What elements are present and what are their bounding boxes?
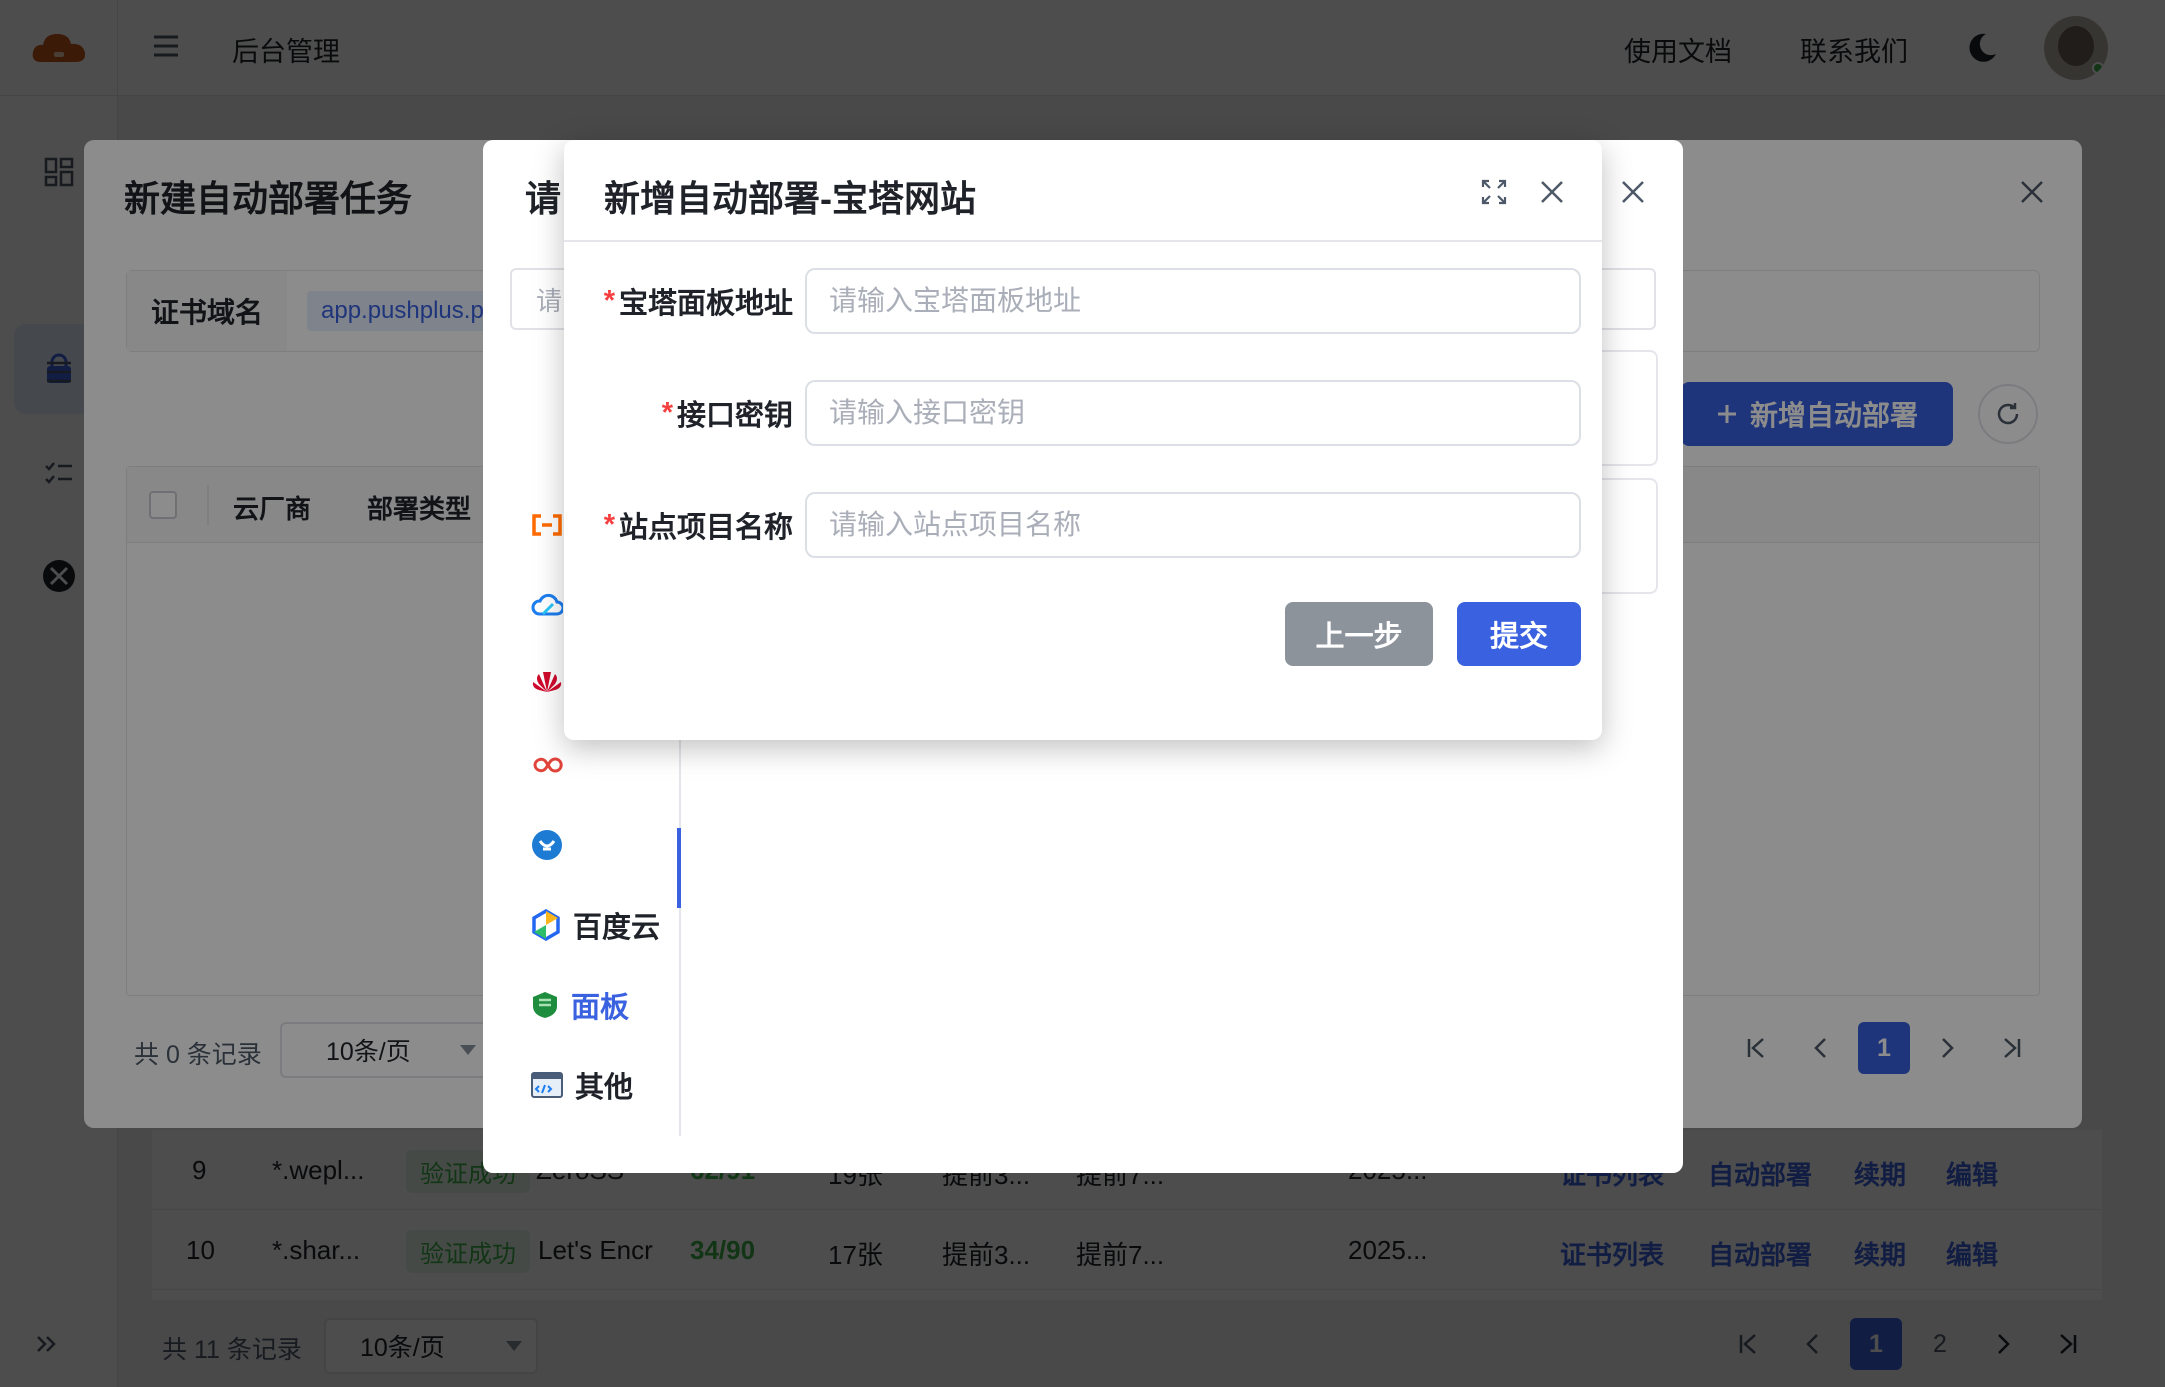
tencent-cloud-icon	[531, 593, 563, 616]
other-icon	[531, 1072, 563, 1098]
panel-url-label: * 宝塔面板地址	[604, 268, 793, 334]
provider-label: 其他	[575, 1072, 634, 1104]
panel-url-input[interactable]	[805, 268, 1581, 334]
panel-url-label-text: 宝塔面板地址	[618, 288, 793, 320]
required-mark: *	[603, 508, 615, 541]
site-name-label-text: 站点项目名称	[618, 512, 793, 544]
prev-step-button[interactable]: 上一步	[1285, 602, 1433, 666]
required-mark: *	[603, 284, 615, 317]
provider-baidu[interactable]: 百度云	[531, 900, 660, 950]
add-bt-deploy-dialog: 新增自动部署-宝塔网站 * 宝塔面板地址 * 接口密钥 * 站点项目名称 上一步…	[564, 140, 1602, 740]
panel-icon	[533, 992, 557, 1018]
active-indicator	[677, 828, 681, 908]
provider-cdn[interactable]	[531, 740, 575, 790]
dialog-header: 新增自动部署-宝塔网站	[564, 140, 1602, 242]
close-icon[interactable]	[1611, 170, 1655, 214]
cdn-icon	[533, 757, 563, 773]
huawei-icon	[532, 672, 562, 692]
form-row-api-key: * 接口密钥	[564, 380, 1602, 446]
close-icon[interactable]	[1530, 170, 1574, 214]
form-row-panel-url: * 宝塔面板地址	[564, 268, 1602, 334]
fullscreen-icon[interactable]	[1472, 170, 1516, 214]
form-row-site-name: * 站点项目名称	[564, 492, 1602, 558]
api-key-input[interactable]	[805, 380, 1581, 446]
api-key-label: * 接口密钥	[662, 380, 793, 446]
provider-label: 面板	[571, 992, 630, 1024]
provider-panel[interactable]: 面板	[531, 980, 629, 1030]
api-key-label-text: 接口密钥	[676, 400, 793, 432]
qiniu-icon	[532, 830, 562, 860]
aliyun-icon	[532, 514, 562, 536]
provider-other[interactable]: 其他	[531, 1060, 633, 1110]
site-name-input[interactable]	[805, 492, 1581, 558]
baidu-cloud-icon	[532, 909, 560, 941]
provider-label: 百度云	[573, 912, 661, 944]
submit-button[interactable]: 提交	[1457, 602, 1581, 666]
dialog-title: 新增自动部署-宝塔网站	[604, 178, 976, 219]
site-name-label: * 站点项目名称	[604, 492, 793, 558]
required-mark: *	[661, 396, 673, 429]
dialog-title: 请	[525, 178, 562, 219]
provider-qiniu[interactable]	[531, 820, 575, 870]
